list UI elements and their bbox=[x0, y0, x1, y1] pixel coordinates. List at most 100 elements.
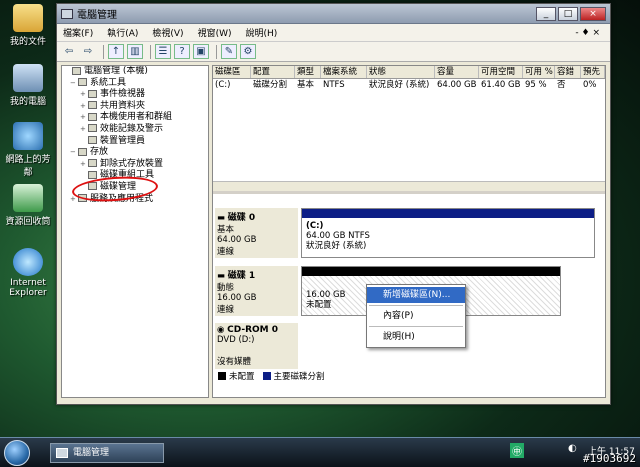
column-header[interactable]: 容量 bbox=[435, 66, 479, 78]
tree-expander[interactable]: + bbox=[80, 112, 88, 124]
taskbar-item-computer-management[interactable]: 電腦管理 bbox=[50, 443, 164, 463]
close-button[interactable]: × bbox=[580, 6, 606, 21]
storage-icon bbox=[78, 147, 87, 156]
menu-help[interactable]: 說明(H) bbox=[246, 26, 278, 39]
disk-icon: ▬ bbox=[217, 271, 228, 281]
tree-item[interactable]: 電腦管理 (本機) bbox=[62, 66, 208, 78]
menu-separator bbox=[369, 326, 463, 327]
disk-1-label[interactable]: ▬ 磁碟 1 動態 16.00 GB 連線 bbox=[215, 266, 298, 316]
desktop-icon-label: 我的文件 bbox=[9, 37, 46, 47]
tree-expander[interactable]: + bbox=[80, 124, 88, 136]
tree-expander[interactable]: − bbox=[70, 147, 78, 159]
tree-expander[interactable]: + bbox=[80, 159, 88, 171]
menu-separator bbox=[369, 305, 463, 306]
desktop-icon-my-documents[interactable]: 我的文件 bbox=[2, 4, 54, 47]
show-hide-tree-icon[interactable]: ▥ bbox=[127, 44, 143, 59]
menu-item-properties[interactable]: 內容(P) bbox=[367, 308, 465, 324]
taskbar: 電腦管理 ㊥ ◐ 上午 11:57 bbox=[0, 437, 640, 467]
title-bar[interactable]: 電腦管理 _ □ × bbox=[57, 4, 610, 24]
cdrom-icon: ◉ bbox=[217, 325, 228, 335]
column-header[interactable]: 狀態 bbox=[367, 66, 435, 78]
tree-item[interactable]: 裝置管理員 bbox=[62, 136, 208, 148]
partition-info: 16.00 GB bbox=[306, 290, 346, 300]
tree-item[interactable]: + 效能記錄及警示 bbox=[62, 124, 208, 136]
tree-item-label: 效能記錄及警示 bbox=[100, 123, 164, 134]
menu-action[interactable]: 執行(A) bbox=[107, 26, 138, 39]
table-cell: 狀況良好 (系統) bbox=[369, 80, 430, 90]
column-header[interactable]: 檔案系統 bbox=[321, 66, 367, 78]
mdi-controls[interactable]: - ♦ × bbox=[575, 28, 600, 38]
up-folder-icon[interactable]: ↑ bbox=[108, 44, 124, 59]
disk-name: 磁碟 1 bbox=[227, 271, 256, 281]
context-menu: 新增磁碟區(N)... 內容(P) 說明(H) bbox=[366, 284, 466, 348]
help-icon[interactable]: ? bbox=[174, 44, 190, 59]
tree-item[interactable]: + 卸除式存放裝置 bbox=[62, 159, 208, 171]
tree-item[interactable]: − 系統工具 bbox=[62, 78, 208, 90]
menu-item-help[interactable]: 說明(H) bbox=[367, 329, 465, 345]
computer-icon bbox=[13, 64, 43, 92]
disk-0-row: ▬ 磁碟 0 基本 64.00 GB 連線 (C:) 64.00 GB NTFS… bbox=[215, 208, 595, 258]
column-header[interactable]: 配置 bbox=[251, 66, 295, 78]
column-header[interactable]: 可用空間 bbox=[479, 66, 523, 78]
settings-icon[interactable]: ⚙ bbox=[240, 44, 256, 59]
tree-item-label: 系統工具 bbox=[90, 77, 127, 88]
cdrom-label[interactable]: ◉ CD-ROM 0 DVD (D:) 沒有媒體 bbox=[215, 323, 298, 369]
menu-view[interactable]: 檢視(V) bbox=[152, 26, 183, 39]
disk-size: 16.00 GB bbox=[217, 293, 257, 303]
watermark: #1903692 bbox=[583, 452, 636, 465]
back-icon[interactable]: ⇦ bbox=[61, 44, 77, 59]
tree-expander[interactable]: − bbox=[70, 78, 78, 90]
performance-icon bbox=[88, 124, 97, 133]
minimize-button[interactable]: _ bbox=[536, 6, 556, 21]
start-button[interactable] bbox=[4, 440, 30, 466]
disk-type: 基本 bbox=[217, 225, 235, 235]
tree-item-label: 卸除式存放裝置 bbox=[100, 158, 164, 169]
column-header[interactable]: 預先 bbox=[581, 66, 605, 78]
column-header[interactable]: 類型 bbox=[295, 66, 321, 78]
partition-info: 64.00 GB NTFS bbox=[306, 231, 370, 241]
menu-item-new-volume[interactable]: 新增磁碟區(N)... bbox=[367, 287, 465, 303]
table-cell: 基本 bbox=[297, 80, 315, 90]
forward-icon[interactable]: ⇨ bbox=[80, 44, 96, 59]
taskbar-item-label: 電腦管理 bbox=[73, 448, 110, 458]
maximize-button[interactable]: □ bbox=[558, 6, 578, 21]
show-pane-icon[interactable]: ▣ bbox=[193, 44, 209, 59]
ime-icon[interactable]: ㊥ bbox=[510, 443, 524, 458]
column-header[interactable]: 磁碟區 bbox=[213, 66, 251, 78]
tree-item[interactable]: + 本機使用者和群組 bbox=[62, 112, 208, 124]
desktop-icon-ie[interactable]: Internet Explorer bbox=[2, 248, 54, 298]
column-header[interactable]: 容錯 bbox=[555, 66, 581, 78]
computer-management-window: 電腦管理 _ □ × 檔案(F) 執行(A) 檢視(V) 視窗(W) 說明(H)… bbox=[56, 3, 611, 405]
volume-list: 磁碟區 配置 類型 檔案系統 狀態 容量 可用空間 可用 % 容錯 預先 (C:… bbox=[213, 66, 605, 194]
tree-item-label: 裝置管理員 bbox=[100, 135, 146, 146]
properties-icon[interactable]: ☰ bbox=[155, 44, 171, 59]
desktop-icon-network[interactable]: 網路上的芳鄰 bbox=[2, 122, 54, 178]
legend-primary: 主要磁碟分割 bbox=[273, 372, 325, 382]
tree-item[interactable]: + 事件檢視器 bbox=[62, 89, 208, 101]
table-cell: 0% bbox=[583, 80, 597, 90]
menu-file[interactable]: 檔案(F) bbox=[63, 26, 93, 39]
event-viewer-icon bbox=[88, 89, 97, 98]
console-tree: 電腦管理 (本機) − 系統工具 + 事件檢視器 + 共用資料夾 + 本機使用者和群組 … bbox=[61, 65, 209, 398]
disk-0-label[interactable]: ▬ 磁碟 0 基本 64.00 GB 連線 bbox=[215, 208, 298, 258]
desktop-icon-label: 資源回收筒 bbox=[5, 217, 51, 227]
tree-expander[interactable]: + bbox=[80, 101, 88, 113]
menu-window[interactable]: 視窗(W) bbox=[198, 26, 232, 39]
window-title: 電腦管理 bbox=[77, 10, 117, 21]
export-icon[interactable]: ✎ bbox=[221, 44, 237, 59]
table-cell: (C:) bbox=[215, 80, 231, 90]
unallocated-bar bbox=[302, 267, 560, 276]
legend: 未配置 主要磁碟分割 bbox=[215, 370, 325, 382]
desktop-icon-my-computer[interactable]: 我的電腦 bbox=[2, 64, 54, 107]
disk-status: 連線 bbox=[217, 247, 235, 257]
column-header[interactable]: 可用 % bbox=[523, 66, 555, 78]
partition-c[interactable]: (C:) 64.00 GB NTFS 狀況良好 (系統) bbox=[301, 208, 595, 258]
ie-icon bbox=[13, 248, 43, 276]
tree-item[interactable]: − 存放 bbox=[62, 147, 208, 159]
tree-expander[interactable]: + bbox=[80, 89, 88, 101]
speaker-icon[interactable]: ◐ bbox=[568, 443, 577, 454]
desktop-icon-recycle-bin[interactable]: 資源回收筒 bbox=[2, 184, 54, 227]
horizontal-scrollbar[interactable] bbox=[213, 181, 605, 191]
table-row[interactable]: (C:) 磁碟分割 基本 NTFS 狀況良好 (系統) 64.00 GB 61.… bbox=[213, 79, 605, 91]
tree-item[interactable]: + 共用資料夾 bbox=[62, 101, 208, 113]
